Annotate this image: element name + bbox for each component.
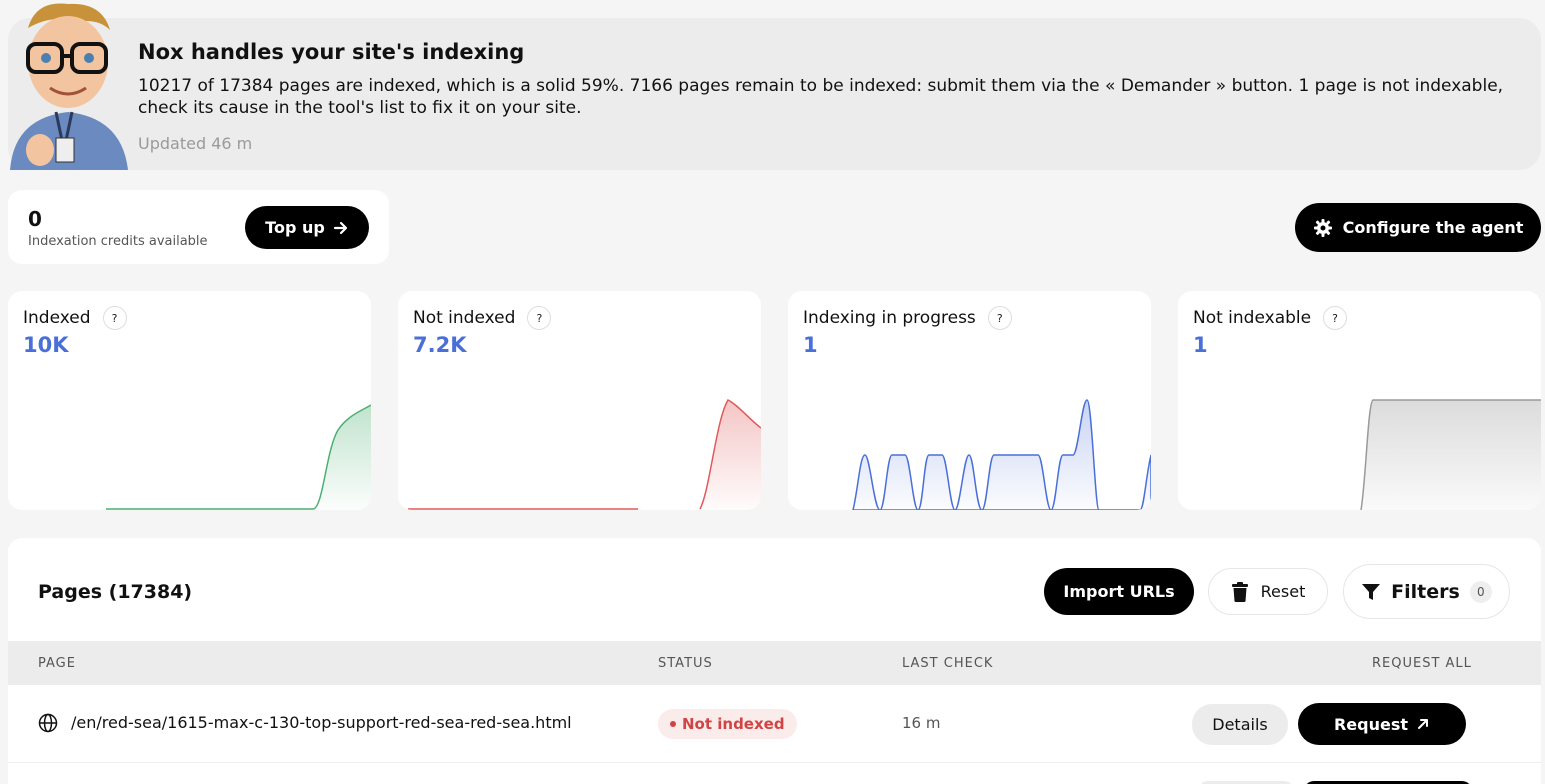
stat-card-indexed[interactable]: Indexed? 10K [8,291,371,510]
status-dot [670,721,676,727]
filters-count-badge: 0 [1469,580,1492,603]
table-header: PAGE STATUS LAST CHECK REQUEST ALL [8,641,1541,685]
stat-title-label: Indexed [23,308,91,328]
sparkline-indexing-in-progress [852,399,1151,510]
request-label: Request [1333,714,1409,734]
help-icon[interactable]: ? [1323,306,1348,330]
credits-card: 0 Indexation credits available Top up [8,190,389,264]
configure-agent-label: Configure the agent [1342,218,1524,237]
stat-title-not-indexed: Not indexed? [413,306,552,330]
status-badge: Not indexed [658,709,797,739]
stat-title-indexed: Indexed? [23,306,127,330]
help-icon[interactable]: ? [987,306,1012,330]
configure-agent-button[interactable]: Configure the agent [1295,203,1541,252]
help-icon[interactable]: ? [102,306,127,330]
pages-title: Pages (17384) [38,581,193,603]
stat-card-not-indexable[interactable]: Not indexable? 1 [1178,291,1541,510]
banner-summary: 10217 of 17384 pages are indexed, which … [138,76,1504,118]
last-check-time: 16 m [902,714,941,732]
help-icon[interactable]: ? [527,306,552,330]
top-up-button[interactable]: Top up [245,206,369,249]
column-header-page[interactable]: PAGE [38,656,76,671]
arrow-right-icon [333,221,347,234]
credits-label: Indexation credits available [28,234,208,249]
trash-icon [1231,581,1248,602]
pages-panel: Pages (17384) Import URLs Reset Filters … [8,538,1541,784]
gear-icon [1313,218,1332,237]
stat-title-not-indexable: Not indexable? [1193,306,1348,330]
stat-value-not-indexed: 7.2K [413,333,467,357]
stat-value-indexing: 1 [803,333,818,357]
reset-label: Reset [1260,582,1306,601]
globe-icon [38,713,58,733]
credits-value: 0 [28,207,42,231]
stat-title-label: Not indexable [1193,308,1312,328]
sparkline-not-indexable [1360,399,1541,510]
status-label: Not indexed [682,715,785,733]
banner-updated-time: Updated 46 m [138,134,253,153]
request-all-link[interactable]: REQUEST ALL [1372,656,1472,671]
reset-button[interactable]: Reset [1208,568,1328,615]
agent-avatar [6,0,130,170]
import-urls-button[interactable]: Import URLs [1044,568,1194,615]
page-url[interactable]: /en/red-sea/1615-max-c-130-top-support-r… [71,713,572,732]
filter-icon [1362,583,1381,600]
banner-title: Nox handles your site's indexing [138,40,525,64]
arrow-up-right-icon [1418,719,1429,729]
stat-card-not-indexed[interactable]: Not indexed? 7.2K [398,291,761,510]
sparkline-not-indexed [408,399,761,510]
filters-label: Filters [1391,580,1460,603]
stat-value-not-indexable: 1 [1193,333,1208,357]
stat-title-label: Indexing in progress [803,308,976,328]
details-button[interactable]: Details [1192,704,1288,745]
sparkline-indexed [106,404,371,510]
column-header-last-check[interactable]: LAST CHECK [902,656,993,671]
stat-card-indexing-in-progress[interactable]: Indexing in progress? 1 [788,291,1151,510]
stat-value-indexed: 10K [23,333,69,357]
filters-button[interactable]: Filters 0 [1343,564,1510,619]
request-button[interactable]: Request [1298,703,1466,745]
column-header-status[interactable]: STATUS [658,656,713,671]
top-up-label: Top up [265,218,325,237]
stat-title-label: Not indexed [413,308,516,328]
stat-title-indexing: Indexing in progress? [803,306,1012,330]
table-row: /en/red-sea/1615-max-c-130-top-support-r… [8,685,1541,763]
